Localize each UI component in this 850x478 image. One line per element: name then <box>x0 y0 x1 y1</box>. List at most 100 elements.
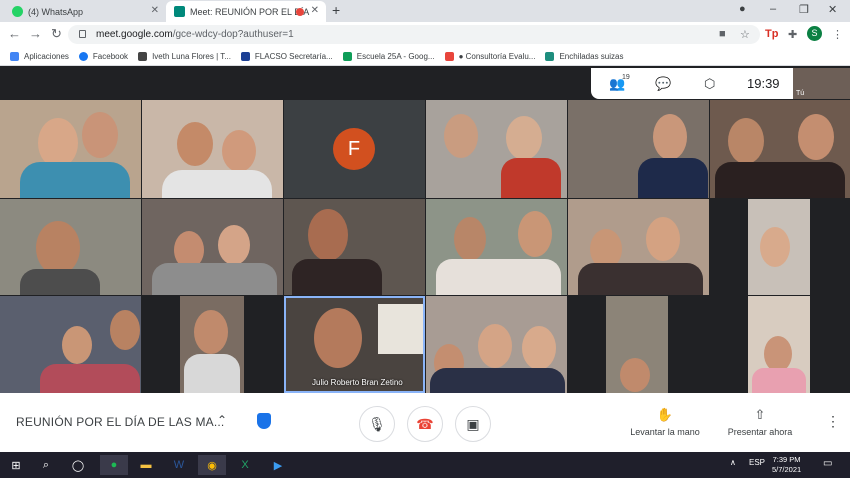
raise-hand-button[interactable]: ✋ Levantar la mano <box>626 407 704 437</box>
chat-icon[interactable]: 💬 <box>655 76 671 92</box>
speaker-name: Julio Roberto Bran Zetino <box>312 378 403 387</box>
microphone-icon: 🎙 <box>368 415 386 432</box>
participant-tile[interactable] <box>0 199 141 295</box>
file-explorer-icon[interactable]: ▬ <box>132 455 160 475</box>
participant-face <box>62 326 92 364</box>
excel-icon[interactable]: X <box>231 455 259 475</box>
microphone-button[interactable]: 🎙 <box>359 406 395 442</box>
participant-face <box>82 112 118 158</box>
participant-tile[interactable] <box>284 199 425 295</box>
participant-tile[interactable] <box>606 296 668 393</box>
tab-whatsapp[interactable]: (4) WhatsApp ✕ <box>4 1 166 22</box>
bookmark-apps[interactable]: Aplicaciones <box>10 51 69 61</box>
participant-tile[interactable] <box>748 296 810 393</box>
bookmark-flacso[interactable]: FLACSO Secretaría... <box>240 51 333 61</box>
tab-meet[interactable]: Meet: REUNIÓN POR EL DÍA ✕ <box>166 1 326 22</box>
profile-avatar[interactable]: S <box>807 26 822 41</box>
bookmarks-bar: Aplicaciones Facebook Iveth Luna Flores … <box>0 47 850 66</box>
participant-tile[interactable] <box>568 100 709 198</box>
camera-button[interactable]: ▣ <box>455 406 491 442</box>
active-speaker-tile[interactable]: Julio Roberto Bran Zetino <box>284 296 425 393</box>
participant-tile[interactable] <box>426 100 567 198</box>
spotify-icon[interactable]: ● <box>100 455 128 475</box>
bookmark-label: Iveth Luna Flores | T... <box>152 51 231 61</box>
participant-tile-no-video[interactable]: F <box>284 100 425 198</box>
participant-tile[interactable] <box>426 199 567 295</box>
forward-icon[interactable]: → <box>29 26 42 41</box>
extension-tp-icon[interactable]: Tp <box>765 28 778 40</box>
back-icon[interactable]: ← <box>8 26 21 41</box>
address-bar[interactable]: meet.google.com/gce-wdcy-dop?authuser=1 <box>68 25 760 44</box>
participant-body <box>152 263 277 295</box>
chrome-icon[interactable]: ◉ <box>198 455 226 475</box>
url-host: meet.google.com <box>96 29 173 40</box>
participant-tile[interactable] <box>142 100 283 198</box>
extensions-puzzle-icon[interactable]: ✚ <box>788 28 797 41</box>
meeting-title[interactable]: REUNIÓN POR EL DÍA DE LAS MA... <box>16 415 224 429</box>
close-window-icon[interactable]: ✕ <box>828 3 837 16</box>
notifications-icon[interactable]: ▭ <box>823 458 832 469</box>
participant-tile[interactable] <box>426 296 567 393</box>
participant-tile[interactable] <box>180 296 244 393</box>
facebook-icon <box>78 51 88 61</box>
chrome-menu-icon[interactable]: ⋮ <box>832 28 843 41</box>
tab-title: Meet: REUNIÓN POR EL DÍA <box>190 6 310 17</box>
participant-tile[interactable] <box>710 100 850 198</box>
participant-tile[interactable] <box>748 199 810 295</box>
clock-time: 7:39 PM <box>772 455 801 464</box>
bookmark-consultoria[interactable]: ● Consultoría Evalu... <box>444 51 535 61</box>
clock-date: 5/7/2021 <box>772 465 802 474</box>
video-camera-icon: ▣ <box>466 415 480 432</box>
participant-face <box>760 227 790 267</box>
participant-face <box>646 217 680 261</box>
participant-face <box>38 118 78 168</box>
chevron-up-icon[interactable]: ⌃ <box>217 413 227 427</box>
bookmark-escuela[interactable]: Escuela 25A - Goog... <box>342 51 435 61</box>
participant-face <box>36 221 80 275</box>
participant-tile[interactable] <box>568 199 709 295</box>
reload-icon[interactable]: ↻ <box>51 26 62 42</box>
windows-start-icon[interactable]: ⊞ <box>2 455 30 475</box>
participant-face <box>506 116 542 160</box>
camera-permission-icon[interactable]: ■ <box>719 28 726 40</box>
search-icon[interactable]: ⌕ <box>32 455 60 475</box>
tab-search-icon[interactable]: ● <box>739 3 746 15</box>
close-tab-icon[interactable]: ✕ <box>311 5 319 16</box>
bookmark-enchiladas[interactable]: Enchiladas suizas <box>545 51 623 61</box>
participant-initial-avatar: F <box>333 128 375 170</box>
maximize-icon[interactable]: ❐ <box>799 3 809 16</box>
recording-dot-icon <box>296 8 304 16</box>
activities-icon[interactable]: ⬡ <box>704 76 715 92</box>
participant-tile[interactable] <box>0 100 141 198</box>
new-tab-icon[interactable]: + <box>332 2 340 18</box>
participant-face <box>764 336 792 372</box>
participant-tile[interactable] <box>0 296 141 393</box>
bookmark-facebook[interactable]: Facebook <box>78 51 128 61</box>
participant-body <box>184 354 240 393</box>
participant-body <box>162 170 272 198</box>
participant-face <box>478 324 512 368</box>
present-now-label: Presentar ahora <box>727 427 793 437</box>
meeting-clock: 19:39 <box>747 76 780 91</box>
bookmark-iveth[interactable]: Iveth Luna Flores | T... <box>138 51 231 61</box>
bookmark-star-icon[interactable]: ☆ <box>740 28 750 41</box>
participant-body <box>20 162 130 198</box>
end-call-button[interactable]: ☎ <box>407 406 443 442</box>
word-icon[interactable]: W <box>165 455 193 475</box>
host-controls-shield-icon[interactable] <box>257 413 271 429</box>
raise-hand-label: Levantar la mano <box>630 427 700 437</box>
tray-chevron-icon[interactable]: ∧ <box>730 458 736 467</box>
system-clock[interactable]: 7:39 PM 5/7/2021 <box>772 455 801 475</box>
self-view-tile[interactable]: Tú <box>793 68 850 99</box>
task-view-icon[interactable]: ◯ <box>64 455 92 475</box>
more-options-icon[interactable]: ⋮ <box>826 413 840 430</box>
participant-tile[interactable] <box>142 199 283 295</box>
input-language[interactable]: ESP <box>749 458 765 467</box>
media-player-icon[interactable]: ▶ <box>264 455 292 475</box>
participant-face <box>653 114 687 160</box>
close-tab-icon[interactable]: ✕ <box>151 5 159 16</box>
recipe-icon <box>545 51 555 61</box>
hang-up-icon: ☎ <box>416 415 434 432</box>
present-now-button[interactable]: ⇧ Presentar ahora <box>724 407 796 437</box>
minimize-icon[interactable]: – <box>770 3 776 15</box>
